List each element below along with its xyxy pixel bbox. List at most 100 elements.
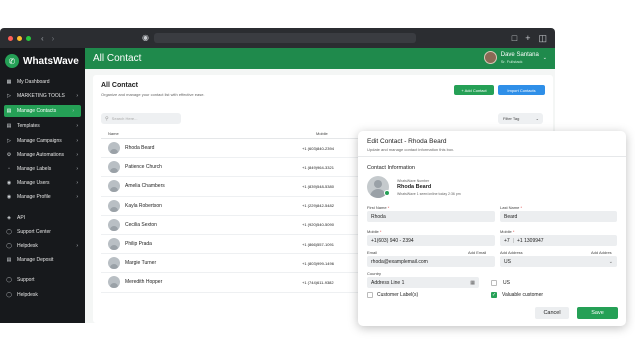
valuable-customer-checkbox[interactable]: ✓	[491, 292, 497, 298]
minimize-window-dot[interactable]	[17, 35, 22, 41]
mobile-label: Mobile *	[367, 229, 381, 234]
top-header: All Contact Dave Santana Sr. Fullstack ⌄	[85, 48, 555, 69]
required-mark: *	[520, 205, 523, 210]
sidebar-item-label: My Dashboard	[17, 79, 50, 86]
contact-mobile: +1 (866)557-1091	[302, 241, 334, 247]
sidebar-item-marketing-tools[interactable]: ▷ MARKETING TOOLS ›	[0, 89, 85, 103]
address-bar[interactable]	[154, 33, 416, 43]
country-code: +7	[504, 237, 510, 244]
contact-mobile: +1 (744)611-9382	[302, 279, 334, 285]
user-menu[interactable]: Dave Santana Sr. Fullstack ⌄	[483, 51, 547, 64]
maximize-window-dot[interactable]	[26, 35, 31, 41]
last-name-field[interactable]: Beard	[500, 211, 617, 222]
sidebar-item-my-dashboard[interactable]: ▦ My Dashboard	[0, 75, 85, 89]
mobile-field[interactable]: +1(603) 940 - 2394	[367, 235, 495, 246]
whatsapp-caption: WhatsWave Number	[397, 179, 430, 183]
email-field[interactable]: rhoda@examplemail.com	[367, 256, 495, 267]
avatar	[108, 199, 120, 212]
add-address-link[interactable]: Add Addres	[591, 250, 612, 255]
import-contacts-button[interactable]: Import Contacts	[498, 85, 545, 95]
sidebar-item-label: Helpdesk	[17, 291, 38, 298]
new-tab-icon[interactable]: +	[525, 32, 530, 44]
modal-divider	[358, 156, 626, 157]
separator: |	[512, 237, 515, 244]
page-title: All Contact	[93, 53, 142, 64]
required-mark: *	[379, 229, 382, 234]
chevron-right-icon: ›	[76, 137, 78, 144]
sidebar-item-manage-users[interactable]: ◉ Manage Users ›	[0, 176, 85, 190]
contact-mobile: +1 (803)999-1496	[302, 260, 334, 266]
column-header-mobile[interactable]: Mobile	[316, 131, 328, 136]
country-label: Country	[367, 271, 382, 276]
chevron-down-icon: ⌄	[542, 54, 547, 61]
save-button[interactable]: Save	[577, 307, 618, 319]
country-value: Address Line 1	[371, 279, 405, 286]
last-name-label-text: Last Name	[500, 205, 520, 210]
cancel-button[interactable]: Cancel	[535, 307, 569, 319]
sidebar-item-helpdesk[interactable]: ◯ Helpdesk ›	[0, 239, 85, 253]
sidebar-item-manage-labels[interactable]: ▫ Manage Labels ›	[0, 162, 85, 176]
back-arrow-icon[interactable]: ‹	[41, 34, 44, 43]
helpdesk-icon: ◯	[6, 291, 12, 298]
dashboard-icon: ▦	[6, 79, 12, 86]
avatar	[108, 257, 120, 270]
add-contact-button[interactable]: + Add Contact	[454, 85, 494, 95]
contact-mobile: +1 (920)540-5090	[302, 222, 334, 228]
sidebar-item-manage-deposit[interactable]: ▤ Manage Deposit	[0, 253, 85, 267]
sidebar-item-manage-automations[interactable]: ⚙ Manage Automations ›	[0, 148, 85, 162]
sidebar-item-label: Manage Profile	[17, 194, 51, 201]
share-icon[interactable]: □	[512, 32, 517, 44]
add-email-link[interactable]: Add Email	[468, 250, 486, 255]
contact-name: Philip Prada	[125, 241, 152, 248]
tabs-icon[interactable]: ◫	[538, 32, 547, 44]
sidebar-item-label: Manage Users	[17, 180, 50, 187]
sidebar-item-manage-contacts[interactable]: ▤ Manage Contacts ›	[4, 105, 81, 118]
us-checkbox[interactable]	[491, 280, 497, 286]
avatar	[108, 276, 120, 289]
whatsapp-logo-icon: ✆	[5, 54, 19, 68]
sidebar-item-support[interactable]: ◯ Support	[0, 273, 85, 287]
contact-name: Rhoda Beard	[125, 145, 155, 152]
calendar-icon[interactable]: ▦	[470, 280, 475, 286]
us-checkbox-label: US	[503, 280, 510, 286]
sidebar-item-templates[interactable]: ▤ Templates ›	[0, 119, 85, 133]
address-select[interactable]: US ⌄	[500, 256, 617, 267]
sidebar-item-label: Manage Deposit	[17, 257, 54, 264]
email-value: rhoda@examplemail.com	[371, 258, 428, 265]
close-window-dot[interactable]	[8, 35, 13, 41]
forward-arrow-icon[interactable]: ›	[52, 34, 55, 43]
filter-tag-select[interactable]: Filter Tag ⌄	[498, 113, 543, 124]
sidebar-item-helpdesk[interactable]: ◯ Helpdesk	[0, 287, 85, 301]
sidebar-item-support-center[interactable]: ◯ Support Center	[0, 225, 85, 239]
customer-label-text: Customer Label(s)	[377, 292, 419, 298]
contacts-title: All Contact	[101, 82, 138, 89]
search-input[interactable]: ⚲ Search Here...	[101, 113, 181, 124]
sidebar-item-manage-profile[interactable]: ◉ Manage Profile ›	[0, 190, 85, 204]
sidebar-item-label: Manage Automations	[17, 151, 64, 158]
chevron-right-icon: ›	[76, 166, 78, 173]
whatsapp-badge-icon	[384, 190, 390, 196]
user-role: Sr. Fullstack	[500, 58, 523, 64]
chevron-right-icon: ›	[76, 151, 78, 158]
chevron-down-icon: ⌄	[608, 258, 613, 265]
stage: ‹ › ◉ □ + ◫ ✆ WhatsWave ▦ My Dashboard ▷ MA…	[0, 0, 635, 340]
country-field[interactable]: Address Line 1 ▦	[367, 277, 479, 288]
required-mark: *	[387, 205, 390, 210]
address-value: US	[504, 258, 511, 265]
template-icon: ▤	[6, 123, 12, 130]
column-header-name[interactable]: Name	[108, 131, 119, 136]
first-name-field[interactable]: Rhoda	[367, 211, 495, 222]
modal-title: Edit Contact - Rhoda Beard	[367, 138, 447, 145]
automation-icon: ⚙	[6, 151, 12, 158]
mobile2-value: +1 1309947	[517, 237, 544, 244]
sidebar-item-api[interactable]: ◈ API	[0, 211, 85, 225]
brand[interactable]: ✆ WhatsWave	[0, 51, 85, 71]
avatar	[108, 180, 120, 193]
customer-label-checkbox[interactable]	[367, 292, 373, 298]
sidebar-item-label: Helpdesk	[17, 242, 38, 249]
mobile2-field[interactable]: +7 | +1 1309947	[500, 235, 617, 246]
search-placeholder: Search Here...	[111, 116, 138, 121]
sidebar-item-manage-campaigns[interactable]: ▷ Manage Campaigns ›	[0, 134, 85, 148]
last-name-label: Last Name *	[500, 205, 522, 210]
sidebar-item-label: MARKETING TOOLS	[17, 93, 65, 100]
